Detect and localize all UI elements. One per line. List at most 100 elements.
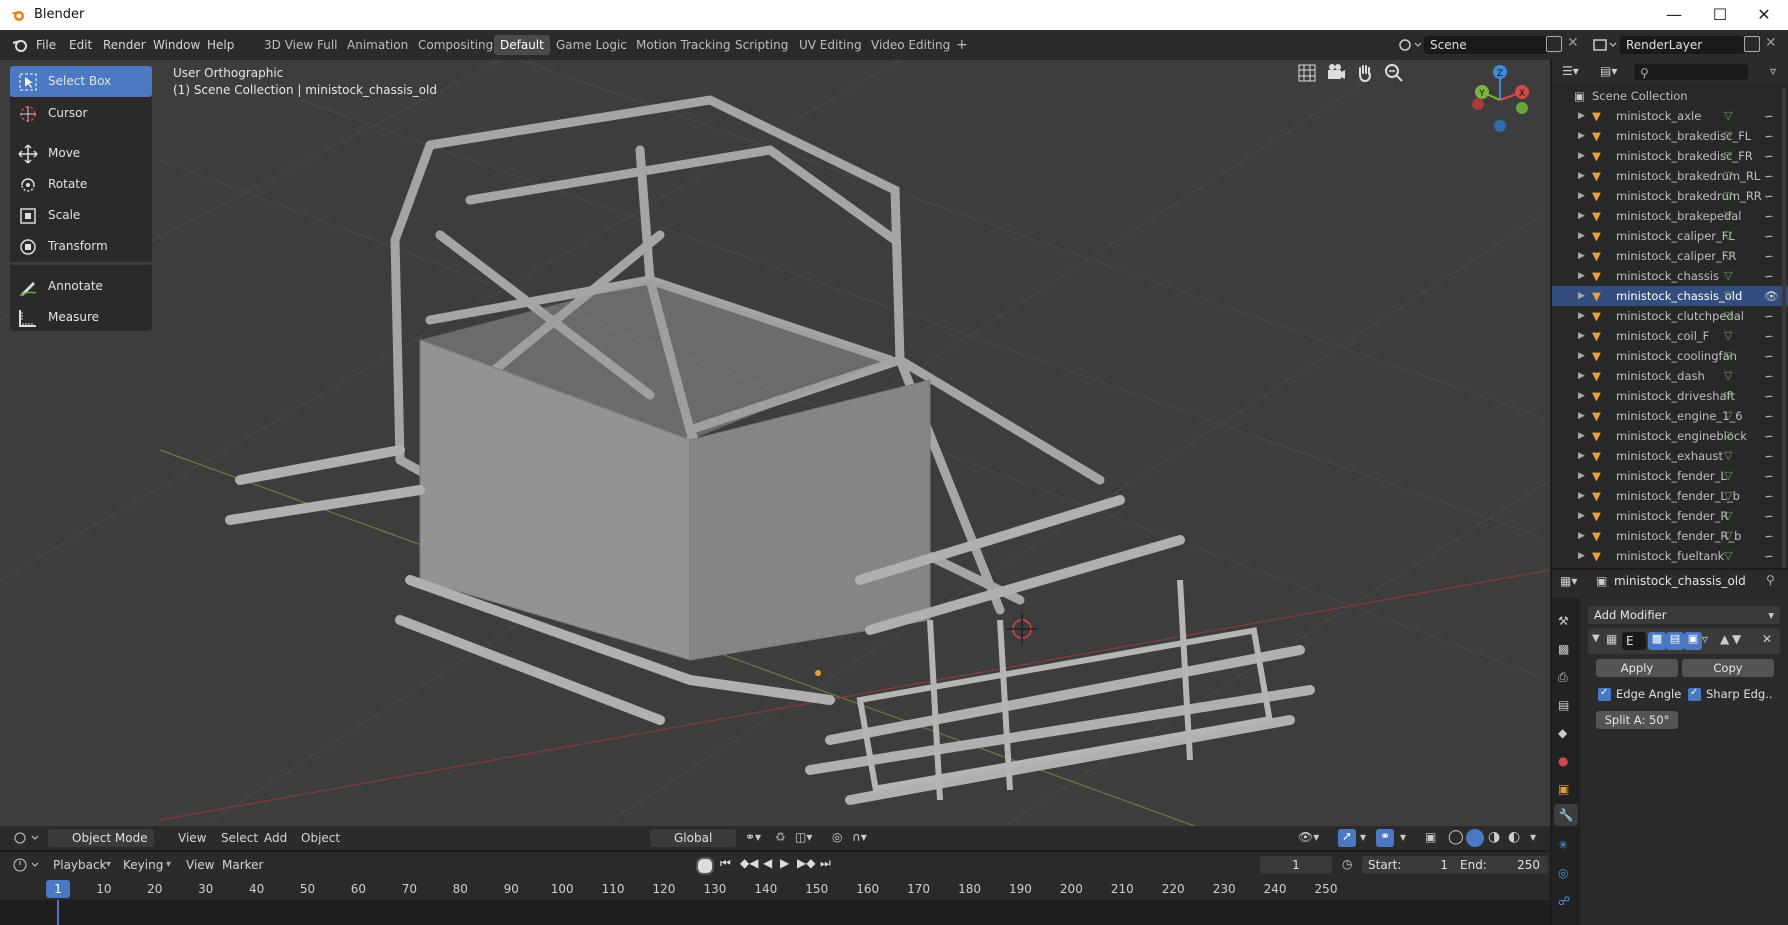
add-workspace-button[interactable]: +: [950, 35, 974, 55]
solid-shading-icon[interactable]: [1466, 829, 1484, 847]
outliner-row[interactable]: ▶ ▼ ministock_brakepedal ▽ ∽: [1552, 206, 1788, 226]
properties-editor-icon[interactable]: ▦▾: [1560, 574, 1577, 588]
constraints-settings-icon[interactable]: ☍: [1558, 894, 1570, 908]
visibility-eye-icon[interactable]: ∽: [1764, 326, 1774, 346]
maximize-icon[interactable]: ☐: [1700, 4, 1740, 26]
prev-keyframe-icon[interactable]: ◆◀: [740, 856, 758, 870]
outliner-search-input[interactable]: ⚲: [1634, 64, 1748, 80]
apply-button[interactable]: Apply: [1596, 659, 1678, 677]
view-layer-icon[interactable]: [1592, 37, 1618, 53]
modifier-settings-icon[interactable]: 🔧: [1554, 804, 1578, 826]
zoom-view-icon[interactable]: [1383, 62, 1405, 84]
edge-angle-checkbox[interactable]: ✓: [1598, 687, 1611, 701]
minimize-icon[interactable]: —: [1654, 4, 1694, 26]
menu-add[interactable]: Add: [258, 829, 293, 847]
outliner-row[interactable]: ▶ ▼ ministock_chassis ▽ ∽: [1552, 266, 1788, 286]
tool-settings-icon[interactable]: ⚒: [1558, 614, 1569, 628]
visibility-eye-icon[interactable]: ∽: [1764, 166, 1774, 186]
next-keyframe-icon[interactable]: ▶◆: [797, 856, 815, 870]
world-settings-icon[interactable]: ●: [1558, 754, 1568, 768]
tab-compositing[interactable]: Compositing: [412, 35, 499, 55]
tool-measure[interactable]: Measure: [10, 302, 152, 333]
falloff-icon[interactable]: ∩▾: [852, 830, 867, 844]
outliner-row[interactable]: ▶ ▼ ministock_brakedisc_FL ▽ ∽: [1552, 126, 1788, 146]
outliner-row[interactable]: ▶ ▼ ministock_fender_R_b ▽ ∽: [1552, 526, 1788, 546]
outliner-row[interactable]: ▶ ▼ ministock_fueltank ▽ ∽: [1552, 546, 1788, 566]
tool-cursor[interactable]: Cursor: [10, 98, 152, 129]
tab-3d-view-full[interactable]: 3D View Full: [258, 35, 344, 55]
expand-arrow-icon[interactable]: ▶: [1578, 306, 1585, 326]
menu-object[interactable]: Object: [295, 829, 346, 847]
current-frame-field[interactable]: 1: [1260, 856, 1332, 874]
visibility-eye-icon[interactable]: ∽: [1764, 146, 1774, 166]
expand-arrow-icon[interactable]: ▶: [1578, 246, 1585, 266]
wireframe-shading-icon[interactable]: ◯: [1448, 829, 1464, 845]
xray-toggle-icon[interactable]: ▣: [1425, 830, 1436, 844]
visibility-eye-icon[interactable]: ∽: [1764, 366, 1774, 386]
show-editmode-icon[interactable]: ▣: [1684, 632, 1702, 650]
toggle-grid-icon[interactable]: [1296, 62, 1318, 84]
menu-render[interactable]: Render: [97, 36, 152, 54]
expand-arrow-icon[interactable]: ▶: [1578, 546, 1585, 566]
scene-canvas[interactable]: [0, 60, 1550, 828]
tab-animation[interactable]: Animation: [341, 35, 414, 55]
shading-dropdown-icon[interactable]: ▾: [1530, 830, 1536, 844]
visibility-eye-icon[interactable]: 👁: [1764, 286, 1779, 306]
tool-transform[interactable]: Transform: [10, 231, 152, 262]
visibility-eye-icon[interactable]: ∽: [1764, 206, 1774, 226]
outliner-editor-icon[interactable]: ☰▾: [1562, 64, 1579, 78]
visibility-eye-icon[interactable]: ∽: [1764, 466, 1774, 486]
move-down-icon[interactable]: ▼: [1732, 632, 1741, 646]
gizmo-dropdown-icon[interactable]: ▾: [1360, 830, 1366, 844]
tab-default[interactable]: Default: [494, 35, 550, 55]
show-render-icon[interactable]: ▩: [1648, 632, 1666, 650]
outliner-row[interactable]: ▶ ▼ ministock_caliper_FL ▽ ∽: [1552, 226, 1788, 246]
visibility-eye-icon[interactable]: ∽: [1764, 506, 1774, 526]
outliner-row[interactable]: ▶ ▼ ministock_dash ▽ ∽: [1552, 366, 1788, 386]
expand-arrow-icon[interactable]: ▶: [1578, 526, 1585, 546]
outliner-row[interactable]: ▶ ▼ ministock_brakedrum_RL ▽ ∽: [1552, 166, 1788, 186]
visibility-eye-icon[interactable]: ∽: [1764, 406, 1774, 426]
physics-settings-icon[interactable]: ◎: [1558, 866, 1568, 880]
outliner-row[interactable]: ▶ ▼ ministock_driveshaft ▽ ∽: [1552, 386, 1788, 406]
expand-arrow-icon[interactable]: ▶: [1578, 166, 1585, 186]
expand-arrow-icon[interactable]: ▶: [1578, 406, 1585, 426]
3d-viewport[interactable]: User Orthographic (1) Scene Collection |…: [0, 60, 1550, 828]
visibility-eye-icon[interactable]: ∽: [1764, 426, 1774, 446]
overlay-toggle-icon[interactable]: ⚭: [1376, 829, 1394, 847]
visibility-eye-icon[interactable]: ∽: [1764, 266, 1774, 286]
preview-range-clock-icon[interactable]: ◷: [1342, 857, 1352, 871]
outliner-row[interactable]: ▶ ▼ ministock_brakedisc_FR ▽ ∽: [1552, 146, 1788, 166]
pivot-point-icon[interactable]: ⚭▾: [745, 830, 761, 844]
expand-arrow-icon[interactable]: ▶: [1578, 346, 1585, 366]
object-settings-icon[interactable]: ▣: [1558, 782, 1569, 796]
outliner-row[interactable]: ▶ ▼ ministock_fender_R ▽ ∽: [1552, 506, 1788, 526]
expand-arrow-icon[interactable]: ▶: [1578, 366, 1585, 386]
expand-arrow-icon[interactable]: ▶: [1578, 186, 1585, 206]
start-frame-field[interactable]: Start: 1: [1362, 856, 1456, 874]
show-viewport-icon[interactable]: ▤: [1666, 632, 1684, 650]
display-mode-icon[interactable]: ▤▾: [1600, 64, 1617, 78]
expand-arrow-icon[interactable]: ▶: [1578, 266, 1585, 286]
remove-modifier-icon[interactable]: ✕: [1762, 632, 1772, 646]
visibility-eye-icon[interactable]: ∽: [1764, 106, 1774, 126]
mode-select[interactable]: Object Mode: [48, 829, 154, 847]
visibility-eye-icon[interactable]: ∽: [1764, 446, 1774, 466]
delete-view-layer-icon[interactable]: ✕: [1765, 35, 1777, 51]
tool-rotate[interactable]: Rotate: [10, 169, 152, 200]
modifier-name-field[interactable]: E: [1622, 632, 1646, 650]
visibility-eye-icon[interactable]: ∽: [1764, 526, 1774, 546]
tool-annotate[interactable]: Annotate: [10, 271, 152, 302]
outliner-row[interactable]: ▶ ▼ ministock_coil_F ▽ ∽: [1552, 326, 1788, 346]
expand-arrow-icon[interactable]: ▶: [1578, 486, 1585, 506]
move-up-icon[interactable]: ▲: [1720, 632, 1729, 646]
menu-window[interactable]: Window: [147, 36, 206, 54]
outliner-row[interactable]: ▶ ▼ ministock_coolingfan ▽ ∽: [1552, 346, 1788, 366]
close-icon[interactable]: ✕: [1744, 4, 1784, 26]
expand-arrow-icon[interactable]: ▶: [1578, 206, 1585, 226]
expand-arrow-icon[interactable]: ▶: [1578, 506, 1585, 526]
scene-name-field[interactable]: Scene: [1424, 36, 1548, 54]
outliner-row[interactable]: ▶ ▼ ministock_fender_L ▽ ∽: [1552, 466, 1788, 486]
visibility-eye-icon[interactable]: ∽: [1764, 346, 1774, 366]
filter-icon[interactable]: ▿: [1770, 64, 1776, 78]
